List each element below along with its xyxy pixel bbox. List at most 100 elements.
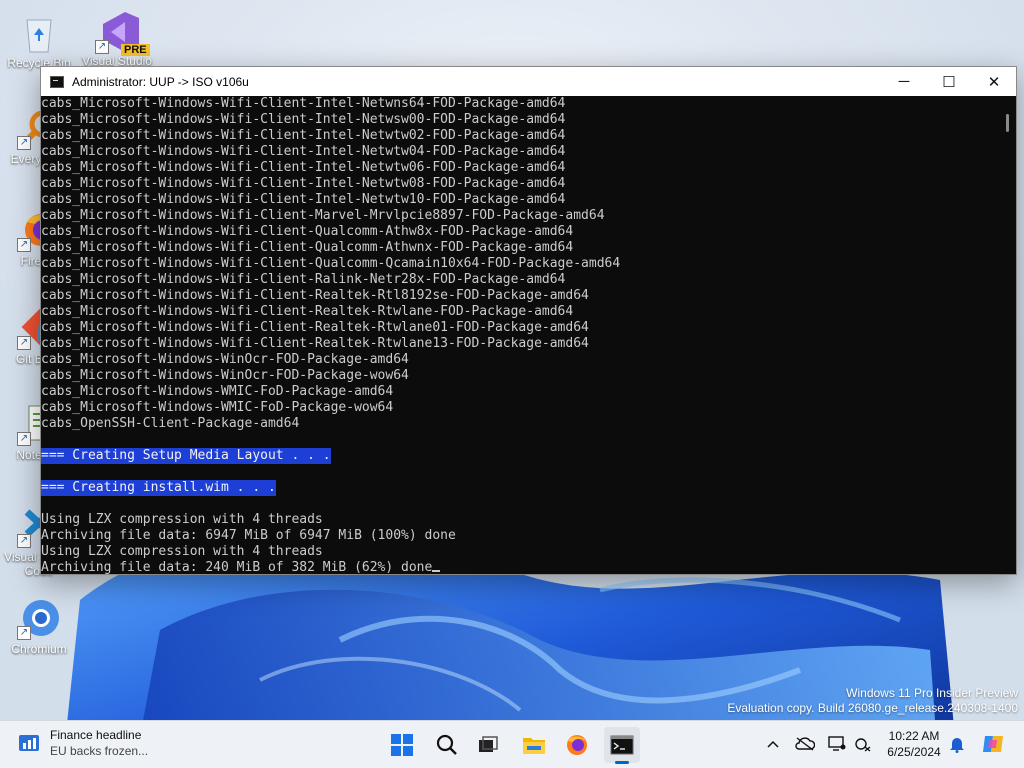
firefox-icon <box>567 735 587 755</box>
notifications-button[interactable] <box>946 733 968 755</box>
scrollbar-thumb[interactable] <box>1006 114 1009 132</box>
console-line: cabs_Microsoft-Windows-Wifi-Client-Qualc… <box>41 224 1000 240</box>
shortcut-arrow-icon: ↗ <box>17 136 31 150</box>
terminal-taskbar-button[interactable] <box>604 727 640 764</box>
console-line-text: Using LZX compression with 4 threads <box>41 512 323 527</box>
clock-date: 6/25/2024 <box>887 745 941 759</box>
console-window[interactable]: Administrator: UUP -> ISO v106u ─ ☐ ✕ ca… <box>40 66 1017 575</box>
console-line: === Creating Setup Media Layout . . . <box>41 448 1000 464</box>
chromium-icon: ↗ <box>17 596 61 640</box>
visual-studio-preview-icon: ↗ PRE <box>95 8 150 56</box>
display-icon <box>828 736 846 751</box>
onedrive-offline-icon <box>795 737 815 751</box>
console-line: cabs_Microsoft-Windows-Wifi-Client-Realt… <box>41 320 1000 336</box>
console-line-text: cabs_Microsoft-Windows-Wifi-Client-Qualc… <box>41 240 574 255</box>
network-button[interactable] <box>852 733 874 755</box>
terminal-icon <box>610 735 634 755</box>
copilot-icon <box>983 736 1003 752</box>
console-line-text: cabs_Microsoft-Windows-Wifi-Client-Qualc… <box>41 256 621 271</box>
desktop-icon-chromium[interactable]: ↗ Chromium <box>3 596 75 656</box>
console-output[interactable]: cabs_Microsoft-Windows-Wifi-Client-Intel… <box>41 96 1000 574</box>
window-title: Administrator: UUP -> ISO v106u <box>72 74 249 89</box>
file-explorer-button[interactable] <box>516 727 552 763</box>
console-line: Archiving file data: 6947 MiB of 6947 Mi… <box>41 528 1000 544</box>
task-view-button[interactable] <box>470 727 506 763</box>
console-line-text: cabs_Microsoft-Windows-Wifi-Client-Intel… <box>41 96 566 111</box>
console-line-text: cabs_Microsoft-Windows-WMIC-FoD-Package-… <box>41 384 394 399</box>
console-line: cabs_Microsoft-Windows-Wifi-Client-Realt… <box>41 304 1000 320</box>
shortcut-arrow-icon: ↗ <box>17 432 31 446</box>
system-clock[interactable]: 10:22 AM 6/25/2024 <box>880 728 948 760</box>
window-titlebar[interactable]: Administrator: UUP -> ISO v106u ─ ☐ ✕ <box>41 67 1016 96</box>
console-line: cabs_Microsoft-Windows-Wifi-Client-Qualc… <box>41 256 1000 272</box>
watermark-line-2: Evaluation copy. Build 26080.ge_release.… <box>727 701 1018 715</box>
maximize-button[interactable]: ☐ <box>926 67 972 96</box>
desktop-icon-recycle-bin[interactable]: Recycle Bin <box>3 10 75 70</box>
console-line: cabs_Microsoft-Windows-Wifi-Client-Realt… <box>41 336 1000 352</box>
news-subtitle: EU backs frozen... <box>50 744 149 758</box>
minimize-button[interactable]: ─ <box>881 67 927 96</box>
recycle-bin-icon <box>17 10 61 54</box>
show-hidden-icons-button[interactable] <box>762 733 784 755</box>
console-line-text: cabs_Microsoft-Windows-WinOcr-FOD-Packag… <box>41 368 409 383</box>
news-widget[interactable]: Finance headline EU backs frozen... <box>18 727 148 759</box>
console-line-text: cabs_Microsoft-Windows-Wifi-Client-Qualc… <box>41 224 574 239</box>
news-title: Finance headline <box>50 728 142 742</box>
console-line-text: cabs_Microsoft-Windows-Wifi-Client-Intel… <box>41 112 566 127</box>
console-line: === Creating install.wim . . . <box>41 480 1000 496</box>
console-line: Using LZX compression with 4 threads <box>41 544 1000 560</box>
console-line: cabs_Microsoft-Windows-WinOcr-FOD-Packag… <box>41 352 1000 368</box>
bell-icon <box>950 738 964 753</box>
console-line: cabs_Microsoft-Windows-Wifi-Client-Intel… <box>41 112 1000 128</box>
console-line-text: cabs_Microsoft-Windows-Wifi-Client-Realt… <box>41 304 574 319</box>
shortcut-arrow-icon: ↗ <box>17 626 31 640</box>
firefox-taskbar-button[interactable] <box>559 727 595 763</box>
desktop: Recycle Bin ↗ PRE Visual Studio ↗ Everyt… <box>0 0 1024 720</box>
copilot-button[interactable] <box>980 731 1006 757</box>
start-button[interactable] <box>384 727 420 763</box>
search-button[interactable] <box>429 727 465 763</box>
console-line: Archiving file data: 240 MiB of 382 MiB … <box>41 560 1000 574</box>
task-view-icon <box>479 736 498 752</box>
shortcut-arrow-icon: ↗ <box>17 238 31 252</box>
console-line: Using LZX compression with 4 threads <box>41 512 1000 528</box>
console-line: cabs_Microsoft-Windows-WMIC-FoD-Package-… <box>41 400 1000 416</box>
insider-watermark: Windows 11 Pro Insider Preview Evaluatio… <box>727 686 1018 716</box>
clock-time: 10:22 AM <box>888 729 940 743</box>
shortcut-arrow-icon: ↗ <box>17 534 31 548</box>
shortcut-arrow-icon: ↗ <box>17 336 31 350</box>
console-line-text: cabs_Microsoft-Windows-WMIC-FoD-Package-… <box>41 400 394 415</box>
console-line-text: cabs_Microsoft-Windows-Wifi-Client-Ralin… <box>41 272 566 287</box>
console-line-text: Archiving file data: 240 MiB of 382 MiB … <box>41 560 433 574</box>
console-line-text: cabs_Microsoft-Windows-Wifi-Client-Intel… <box>41 128 566 143</box>
console-cursor <box>432 570 441 572</box>
chevron-up-icon <box>767 740 779 748</box>
console-line: cabs_Microsoft-Windows-Wifi-Client-Intel… <box>41 192 1000 208</box>
watermark-line-1: Windows 11 Pro Insider Preview <box>846 686 1018 700</box>
console-line: cabs_Microsoft-Windows-Wifi-Client-Ralin… <box>41 272 1000 288</box>
console-line: cabs_Microsoft-Windows-Wifi-Client-Intel… <box>41 96 1000 112</box>
console-status-text: === Creating install.wim . . . <box>41 480 276 496</box>
preview-badge: PRE <box>121 44 150 56</box>
console-line: cabs_Microsoft-Windows-WinOcr-FOD-Packag… <box>41 368 1000 384</box>
windows-start-icon <box>391 734 413 756</box>
console-line: cabs_Microsoft-Windows-Wifi-Client-Intel… <box>41 160 1000 176</box>
desktop-icon-visual-studio[interactable]: ↗ PRE Visual Studio <box>81 8 153 68</box>
console-line-text: cabs_Microsoft-Windows-Wifi-Client-Intel… <box>41 160 566 175</box>
console-line: cabs_Microsoft-Windows-Wifi-Client-Realt… <box>41 288 1000 304</box>
console-line: cabs_Microsoft-Windows-Wifi-Client-Marve… <box>41 208 1000 224</box>
console-line-text: cabs_Microsoft-Windows-Wifi-Client-Realt… <box>41 288 589 303</box>
console-scrollbar[interactable] <box>1000 96 1016 574</box>
console-line-text: cabs_Microsoft-Windows-Wifi-Client-Realt… <box>41 320 589 335</box>
folder-icon <box>523 738 545 754</box>
running-indicator <box>615 761 629 764</box>
display-tray-button[interactable] <box>826 733 848 755</box>
console-line-text: cabs_Microsoft-Windows-Wifi-Client-Intel… <box>41 192 566 207</box>
console-line: cabs_Microsoft-Windows-Wifi-Client-Intel… <box>41 128 1000 144</box>
finance-chart-icon <box>18 733 40 753</box>
close-button[interactable]: ✕ <box>971 67 1016 96</box>
console-line: cabs_Microsoft-Windows-Wifi-Client-Intel… <box>41 144 1000 160</box>
onedrive-button[interactable] <box>794 733 816 755</box>
